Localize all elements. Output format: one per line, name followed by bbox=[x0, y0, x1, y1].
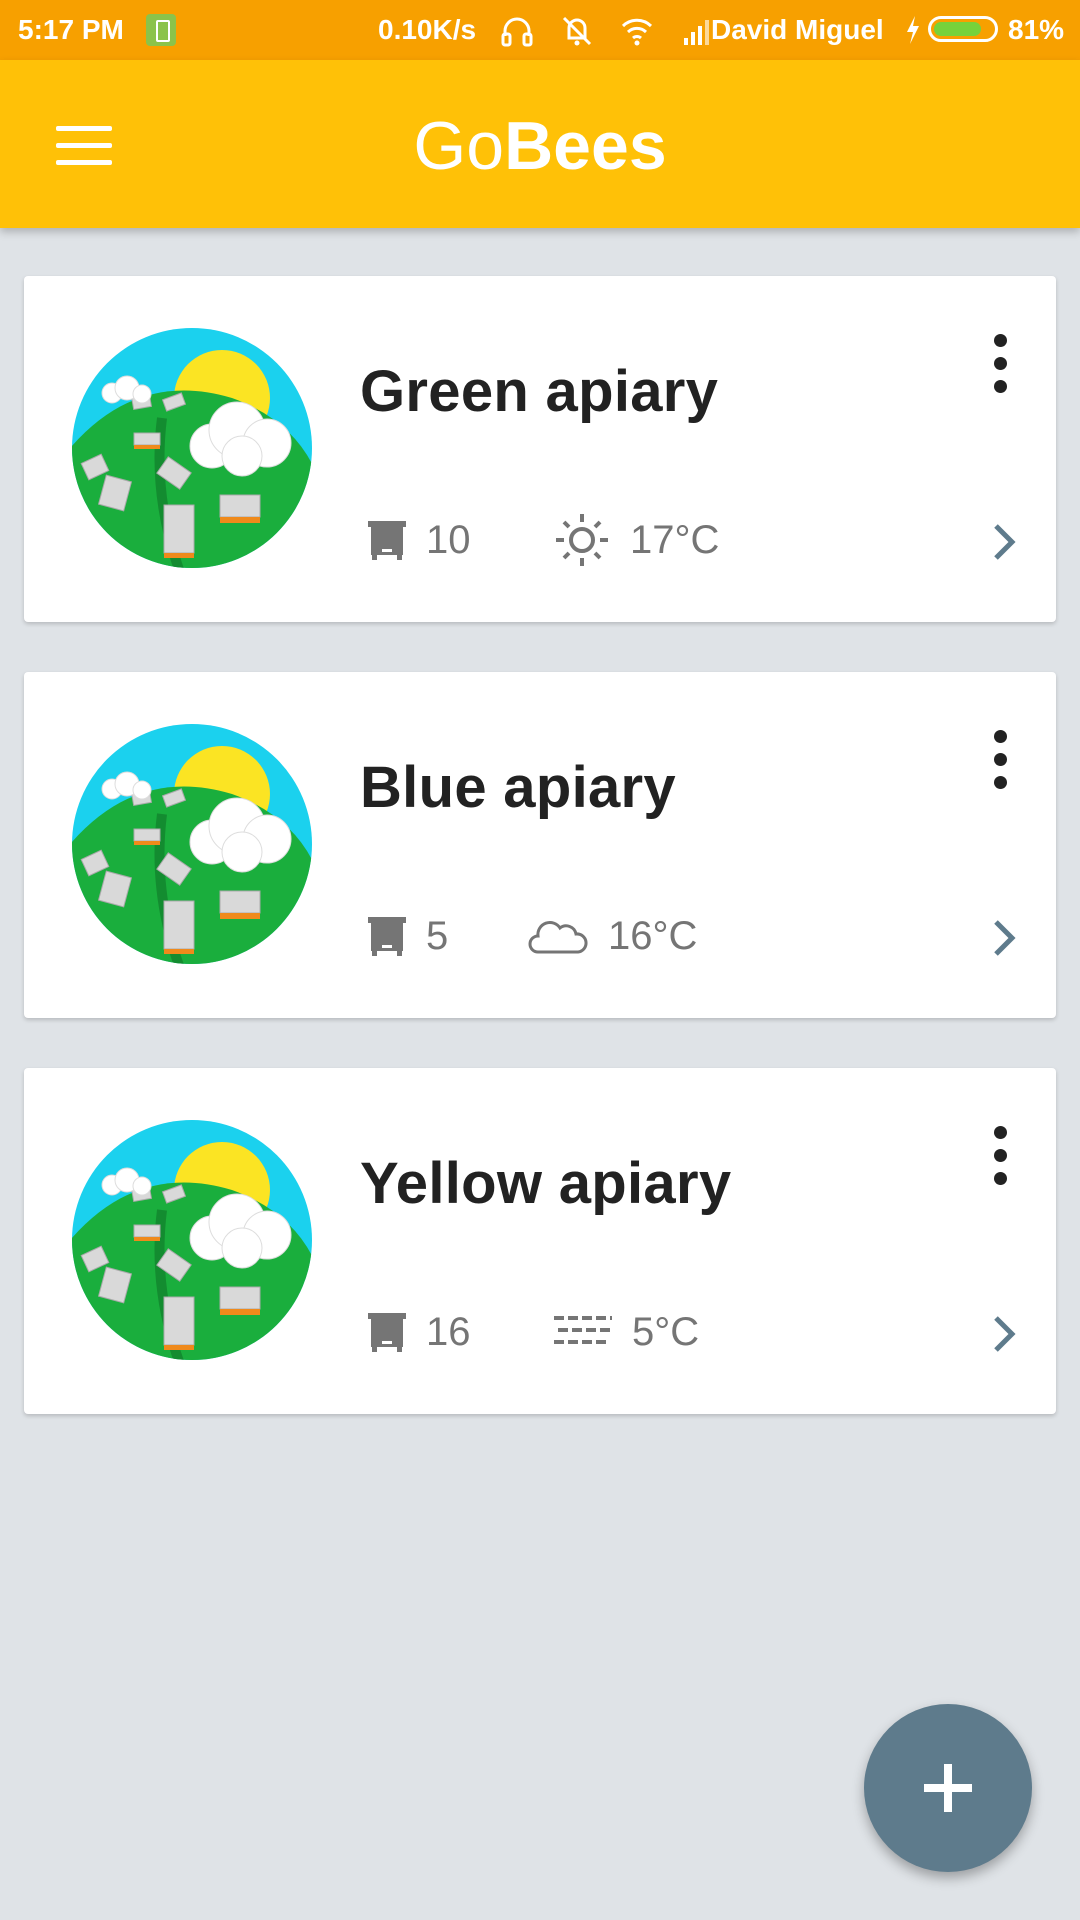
app-title: GoBees bbox=[0, 110, 1080, 182]
status-bar: 5:17 PM 0.10K/s David Miguel 81% bbox=[0, 0, 1080, 60]
cloud-icon bbox=[528, 921, 588, 954]
chevron-right-icon[interactable] bbox=[990, 1312, 1018, 1356]
add-apiary-button[interactable] bbox=[864, 1704, 1032, 1872]
hive-icon bbox=[368, 1313, 406, 1352]
apiary-card[interactable]: Green apiary 10 17°C bbox=[24, 276, 1056, 622]
hive-count-value: 5 bbox=[426, 913, 449, 958]
signal-icon bbox=[684, 20, 709, 45]
app-bar: GoBees bbox=[0, 60, 1080, 228]
hive-icon bbox=[368, 917, 406, 956]
apiary-name: Blue apiary bbox=[360, 755, 676, 820]
more-options-icon[interactable] bbox=[988, 1126, 1012, 1186]
apiary-card[interactable]: Blue apiary 5 16°C bbox=[24, 672, 1056, 1018]
weather: 16°C bbox=[528, 908, 697, 964]
mute-icon bbox=[562, 16, 592, 46]
weather: 17°C bbox=[552, 512, 719, 568]
chevron-right-icon[interactable] bbox=[990, 520, 1018, 564]
hive-count: 16 bbox=[366, 1304, 471, 1360]
battery-saver-icon bbox=[146, 14, 176, 46]
apiary-avatar-image bbox=[72, 1120, 312, 1360]
battery-level-fill bbox=[934, 22, 981, 36]
chevron-right-icon[interactable] bbox=[990, 916, 1018, 960]
apiary-avatar-image bbox=[72, 724, 312, 964]
battery-percent: 81% bbox=[1008, 14, 1065, 45]
apiary-avatar-image bbox=[72, 328, 312, 568]
hive-count-value: 10 bbox=[426, 517, 471, 562]
app-title-go: Go bbox=[413, 108, 505, 184]
hive-count-value: 16 bbox=[426, 1309, 471, 1354]
temperature-value: 5°C bbox=[632, 1309, 700, 1354]
hive-count: 10 bbox=[366, 512, 471, 568]
plus-icon bbox=[924, 1764, 972, 1812]
battery-icon bbox=[928, 16, 998, 42]
more-options-icon[interactable] bbox=[988, 730, 1012, 790]
headphones-icon bbox=[501, 17, 533, 47]
app-title-bees: Bees bbox=[504, 108, 667, 184]
more-options-icon[interactable] bbox=[988, 334, 1012, 394]
sun-icon bbox=[556, 514, 608, 566]
hive-icon bbox=[368, 521, 406, 560]
fog-icon bbox=[554, 1316, 612, 1344]
carrier-name: David Miguel bbox=[711, 14, 884, 45]
apiary-name: Green apiary bbox=[360, 359, 719, 424]
weather: 5°C bbox=[552, 1304, 699, 1360]
temperature-value: 16°C bbox=[608, 913, 698, 958]
temperature-value: 17°C bbox=[630, 517, 720, 562]
apiary-name: Yellow apiary bbox=[360, 1151, 732, 1216]
status-time: 5:17 PM bbox=[18, 14, 124, 45]
hive-count: 5 bbox=[366, 908, 448, 964]
apiary-card[interactable]: Yellow apiary 16 5°C bbox=[24, 1068, 1056, 1414]
wifi-icon bbox=[621, 18, 653, 46]
status-icons bbox=[500, 14, 714, 48]
network-speed: 0.10K/s bbox=[378, 14, 477, 45]
charging-bolt-icon bbox=[907, 16, 919, 44]
